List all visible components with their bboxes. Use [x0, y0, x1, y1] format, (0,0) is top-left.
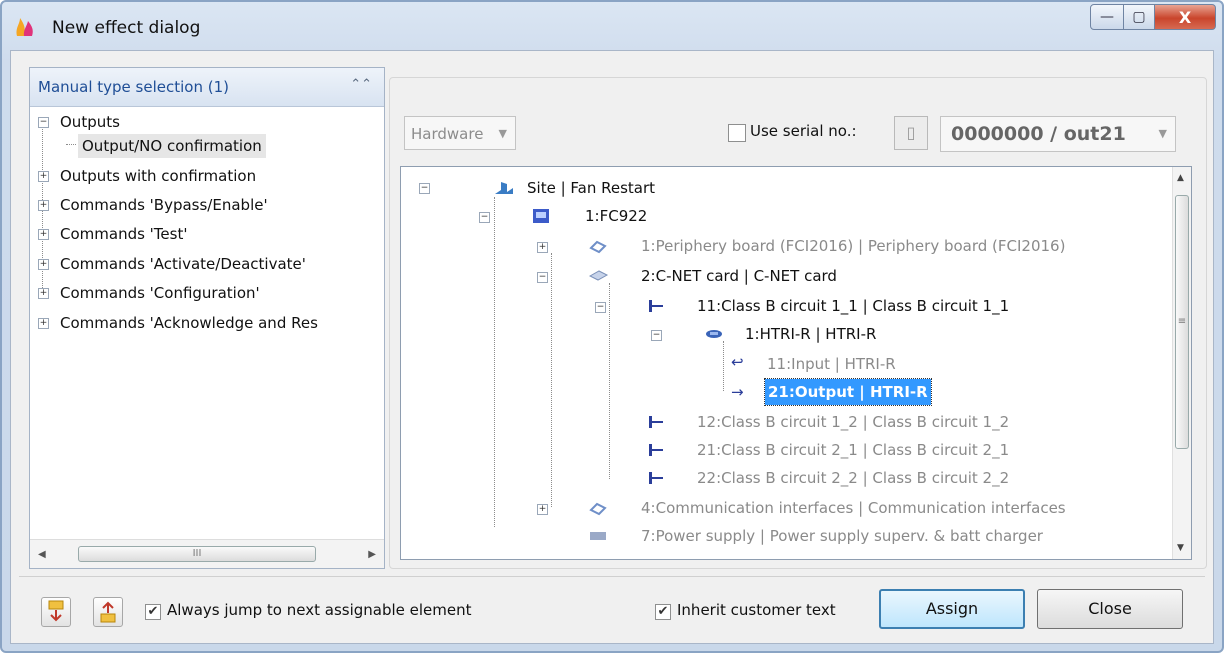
use-serial-label: Use serial no.: — [750, 122, 857, 140]
tree-item-label: Outputs — [60, 113, 120, 131]
manual-type-selection-header[interactable]: Manual type selection (1) ⌃⌃ — [30, 68, 384, 107]
manual-type-selection-panel: Manual type selection (1) ⌃⌃ − Outputs O… — [29, 67, 385, 569]
panel-device-icon — [533, 209, 549, 223]
tree-connector-line — [609, 283, 610, 479]
vertical-scrollbar[interactable]: ▲ ≡ ▼ — [1172, 167, 1191, 559]
tree-node-label: 1:Periphery board (FCI2016) | Periphery … — [641, 237, 1066, 255]
move-up-icon — [100, 601, 116, 623]
collapse-icon[interactable]: − — [651, 330, 662, 341]
scroll-thumb[interactable]: III — [78, 546, 316, 562]
tree-node-label: 22:Class B circuit 2_2 | Class B circuit… — [697, 469, 1010, 487]
tree-node-label: Site | Fan Restart — [527, 179, 656, 197]
output-arrow-icon: → — [731, 383, 744, 401]
board-icon — [589, 502, 607, 516]
use-serial-checkbox[interactable] — [728, 124, 746, 142]
tree-node-label: 2:C-NET card | C-NET card — [641, 267, 837, 285]
tree-item-label: Commands 'Configuration' — [60, 284, 260, 302]
expand-icon[interactable]: + — [38, 259, 49, 270]
circuit-line-icon — [649, 472, 663, 484]
inherit-customer-text-label: Inherit customer text — [677, 601, 836, 619]
collapse-icon[interactable]: − — [537, 272, 548, 283]
assign-button[interactable]: Assign — [879, 589, 1025, 629]
collapse-icon[interactable]: − — [479, 212, 490, 223]
new-effect-dialog-window: New effect dialog — ▢ X Manual type sele… — [0, 0, 1224, 653]
scroll-thumb[interactable]: ≡ — [1175, 195, 1189, 449]
dialog-client-area: Manual type selection (1) ⌃⌃ − Outputs O… — [10, 50, 1214, 644]
close-window-button[interactable]: X — [1155, 4, 1216, 30]
type-tree: − Outputs Output/NO confirmation + Outpu… — [30, 108, 384, 538]
collapse-icon[interactable]: − — [419, 183, 430, 194]
expand-icon[interactable]: + — [38, 229, 49, 240]
inherit-customer-text-checkbox[interactable]: ✔ — [655, 604, 671, 620]
expand-icon[interactable]: + — [537, 504, 548, 515]
collapse-chevron-icon[interactable]: ⌃⌃ — [350, 77, 372, 92]
tree-item-label: Commands 'Bypass/Enable' — [60, 196, 268, 214]
circuit-line-icon — [649, 444, 663, 456]
title-bar[interactable]: New effect dialog — ▢ X — [2, 2, 1222, 50]
tree-node-label: 7:Power supply | Power supply superv. & … — [641, 527, 1043, 545]
expand-icon[interactable]: + — [38, 200, 49, 211]
tree-node-label: 11:Input | HTRI-R — [767, 355, 896, 373]
bottom-separator — [19, 576, 1205, 577]
move-down-icon — [48, 600, 64, 622]
tree-connector-line — [551, 253, 552, 507]
tree-item-label: Outputs with confirmation — [60, 167, 257, 185]
chevron-down-icon: ▼ — [1158, 127, 1167, 140]
tree-connector-line — [494, 197, 495, 527]
panel-header-title: Manual type selection (1) — [38, 78, 229, 96]
horizontal-scrollbar[interactable]: ◀ III ▶ — [30, 539, 384, 568]
tree-connector-line — [723, 341, 724, 391]
board-icon — [589, 240, 607, 254]
scroll-up-arrow-icon[interactable]: ▲ — [1177, 173, 1184, 183]
tree-node-label: 12:Class B circuit 1_2 | Class B circuit… — [697, 413, 1010, 431]
collapse-icon[interactable]: − — [38, 117, 49, 128]
maximize-button[interactable]: ▢ — [1124, 4, 1155, 30]
site-building-icon — [495, 182, 513, 194]
tree-node-label: 1:HTRI-R | HTRI-R — [745, 325, 877, 343]
circuit-line-icon — [649, 416, 663, 428]
scroll-right-arrow-icon[interactable]: ▶ — [368, 549, 376, 560]
tree-node-label: 4:Communication interfaces | Communicati… — [641, 499, 1066, 517]
tree-node-label: 11:Class B circuit 1_1 | Class B circuit… — [697, 297, 1010, 315]
hardware-tree: − Site | Fan Restart − 1:FC922 + 1:Perip… — [400, 166, 1192, 560]
move-up-button[interactable] — [93, 597, 123, 627]
power-supply-icon — [590, 532, 606, 540]
scroll-down-arrow-icon[interactable]: ▼ — [1177, 543, 1184, 553]
input-arrow-icon: ↩ — [731, 353, 744, 371]
chevron-down-icon: ▼ — [498, 127, 507, 140]
tree-node-label: 21:Output | HTRI-R — [764, 378, 932, 406]
serial-number-value: 0000000 / out21 — [951, 123, 1126, 145]
module-icon — [706, 330, 722, 338]
serial-number-dropdown[interactable]: 0000000 / out21 ▼ — [940, 116, 1176, 152]
scroll-left-arrow-icon[interactable]: ◀ — [38, 549, 46, 560]
tree-connector-line — [66, 144, 76, 145]
always-jump-checkbox[interactable]: ✔ — [145, 604, 161, 620]
serial-device-icon-button[interactable]: ▯ — [894, 116, 928, 150]
expand-icon[interactable]: + — [537, 242, 548, 253]
tree-item-label: Output/NO confirmation — [78, 134, 266, 158]
always-jump-label: Always jump to next assignable element — [167, 601, 472, 619]
caption-buttons: — ▢ X — [1090, 4, 1216, 30]
expand-icon[interactable]: + — [38, 288, 49, 299]
collapse-icon[interactable]: − — [595, 302, 606, 313]
hardware-dropdown[interactable]: Hardware ▼ — [404, 116, 516, 150]
circuit-line-icon — [649, 300, 663, 312]
minimize-button[interactable]: — — [1090, 4, 1124, 30]
tree-node-label: 21:Class B circuit 2_1 | Class B circuit… — [697, 441, 1010, 459]
expand-icon[interactable]: + — [38, 171, 49, 182]
close-button[interactable]: Close — [1037, 589, 1183, 629]
tree-item-label: Commands 'Acknowledge and Res — [60, 314, 318, 332]
move-down-button[interactable] — [41, 597, 71, 627]
window-title: New effect dialog — [52, 18, 201, 38]
card-icon — [588, 270, 609, 281]
hardware-selection-panel: Hardware ▼ Use serial no.: ▯ 0000000 / o… — [389, 77, 1207, 569]
hardware-dropdown-value: Hardware — [411, 125, 484, 143]
tree-item-label: Commands 'Test' — [60, 225, 188, 243]
tree-item-label: Commands 'Activate/Deactivate' — [60, 255, 306, 273]
tree-node-label: 1:FC922 — [585, 207, 648, 225]
flame-app-icon — [16, 18, 33, 36]
expand-icon[interactable]: + — [38, 318, 49, 329]
